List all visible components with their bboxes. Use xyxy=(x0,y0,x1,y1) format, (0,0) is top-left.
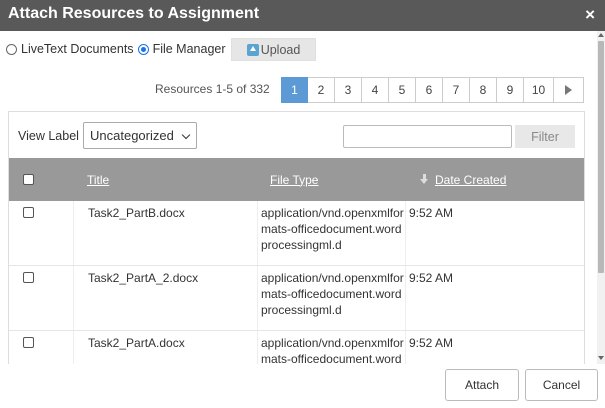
column-header-title[interactable]: Title xyxy=(87,158,109,201)
row-checkbox-cell xyxy=(9,201,73,265)
row-title[interactable]: Task2_PartA.docx xyxy=(73,331,257,364)
row-title[interactable]: Task2_PartA_2.docx xyxy=(73,266,257,330)
filter-input[interactable] xyxy=(343,125,512,148)
radio-file-manager[interactable]: File Manager xyxy=(137,42,226,56)
upload-icon xyxy=(246,43,259,56)
page-2-button[interactable]: 2 xyxy=(308,77,335,103)
upload-label: Upload xyxy=(260,42,301,57)
next-page-button[interactable] xyxy=(554,77,584,103)
row-file-type: application/vnd.openxmlformats-officedoc… xyxy=(257,266,405,330)
page-3-button[interactable]: 3 xyxy=(335,77,362,103)
row-checkbox[interactable] xyxy=(23,337,34,348)
resources-count: Resources 1-5 of 332 xyxy=(155,82,270,96)
source-selector: LiveText Documents File Manager xyxy=(6,40,230,58)
dialog-titlebar: Attach Resources to Assignment × xyxy=(0,0,605,31)
view-label-selected: Uncategorized xyxy=(90,128,174,143)
column-header-date-created[interactable]: Date Created xyxy=(420,158,506,201)
page-4-button[interactable]: 4 xyxy=(362,77,389,103)
dialog-title: Attach Resources to Assignment xyxy=(8,5,260,22)
page-8-button[interactable]: 8 xyxy=(470,77,497,103)
filter-bar: View Label Uncategorized Filter xyxy=(9,112,584,158)
upload-button[interactable]: Upload xyxy=(231,38,316,61)
table-row: Task2_PartB.docx application/vnd.openxml… xyxy=(9,201,584,266)
scroll-up-icon[interactable] xyxy=(598,33,604,37)
radio-livetext-documents[interactable]: LiveText Documents xyxy=(6,42,134,56)
row-checkbox-cell xyxy=(9,331,73,364)
select-all-checkbox[interactable] xyxy=(23,174,34,185)
vertical-scrollbar[interactable] xyxy=(597,31,605,364)
radio-button-file-manager[interactable] xyxy=(137,43,149,55)
row-checkbox[interactable] xyxy=(23,272,34,283)
sort-descending-icon xyxy=(420,174,430,185)
page-1-button[interactable]: 1 xyxy=(281,77,308,103)
scrollbar-thumb[interactable] xyxy=(598,41,604,273)
dialog-content: LiveText Documents File Manager Upload R… xyxy=(0,31,597,364)
attach-button[interactable]: Attach xyxy=(445,369,519,401)
row-file-type: application/vnd.openxmlformats-officedoc… xyxy=(257,201,405,265)
row-date-created: 9:52 AM xyxy=(405,201,584,265)
chevron-down-icon xyxy=(181,130,191,140)
table-row: Task2_PartA.docx application/vnd.openxml… xyxy=(9,331,584,364)
page-10-button[interactable]: 10 xyxy=(524,77,554,103)
view-label-select[interactable]: Uncategorized xyxy=(83,122,197,149)
radio-label-file-manager: File Manager xyxy=(152,42,226,56)
row-checkbox[interactable] xyxy=(23,207,34,218)
row-checkbox-cell xyxy=(9,266,73,330)
filter-button[interactable]: Filter xyxy=(515,125,575,148)
page-6-button[interactable]: 6 xyxy=(416,77,443,103)
radio-button-livetext[interactable] xyxy=(6,43,17,55)
close-icon[interactable]: × xyxy=(585,5,595,25)
dialog-footer: Attach Cancel xyxy=(0,364,605,408)
pagination: 1 2 3 4 5 6 7 8 9 10 xyxy=(281,77,584,103)
row-date-created: 9:52 AM xyxy=(405,266,584,330)
play-next-icon xyxy=(565,85,572,95)
page-9-button[interactable]: 9 xyxy=(497,77,524,103)
scroll-down-icon[interactable] xyxy=(598,356,604,360)
row-title[interactable]: Task2_PartB.docx xyxy=(73,201,257,265)
view-label-text: View Label xyxy=(18,129,79,143)
page-5-button[interactable]: 5 xyxy=(389,77,416,103)
page-7-button[interactable]: 7 xyxy=(443,77,470,103)
select-all-cell xyxy=(23,158,34,201)
table-row: Task2_PartA_2.docx application/vnd.openx… xyxy=(9,266,584,331)
row-file-type: application/vnd.openxmlformats-officedoc… xyxy=(257,331,405,364)
row-date-created: 9:52 AM xyxy=(405,331,584,364)
table-header: Title File Type Date Created xyxy=(9,158,584,201)
column-header-date-label: Date Created xyxy=(435,172,507,187)
radio-label-livetext: LiveText Documents xyxy=(21,42,134,56)
column-header-file-type[interactable]: File Type xyxy=(270,158,318,201)
cancel-button[interactable]: Cancel xyxy=(525,369,598,401)
resources-panel: View Label Uncategorized Filter Title Fi… xyxy=(8,111,585,364)
